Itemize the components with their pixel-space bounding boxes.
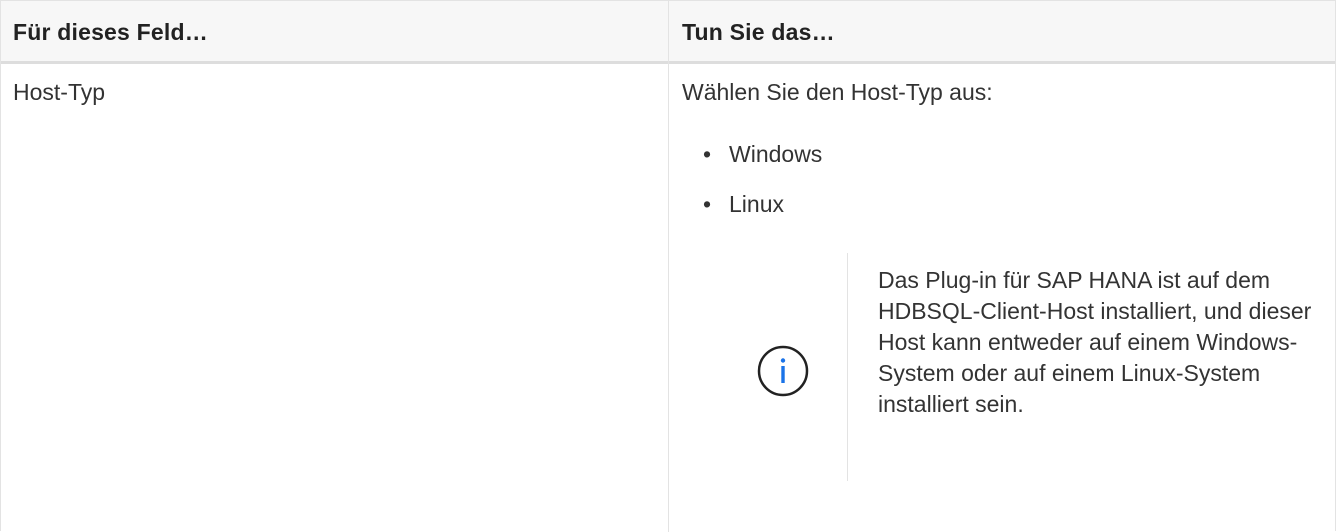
column-header-field: Für dieses Feld… xyxy=(13,19,208,45)
note-divider xyxy=(847,253,848,481)
note-text: Das Plug-in für SAP HANA ist auf dem HDB… xyxy=(878,267,1312,417)
field-name-cell: Host-Typ xyxy=(13,79,106,105)
action-intro-text: Wählen Sie den Host-Typ aus: xyxy=(682,79,993,105)
column-header-action: Tun Sie das… xyxy=(682,19,835,45)
info-note: Das Plug-in für SAP HANA ist auf dem HDB… xyxy=(723,253,1338,481)
info-icon xyxy=(757,345,809,397)
parameter-table: Für dieses Feld… Tun Sie das… Host-Typ W… xyxy=(0,0,1338,532)
list-item: Linux xyxy=(703,191,822,241)
column-divider xyxy=(668,1,669,532)
host-type-options-list: Windows Linux xyxy=(703,141,822,241)
list-item: Windows xyxy=(703,141,822,191)
